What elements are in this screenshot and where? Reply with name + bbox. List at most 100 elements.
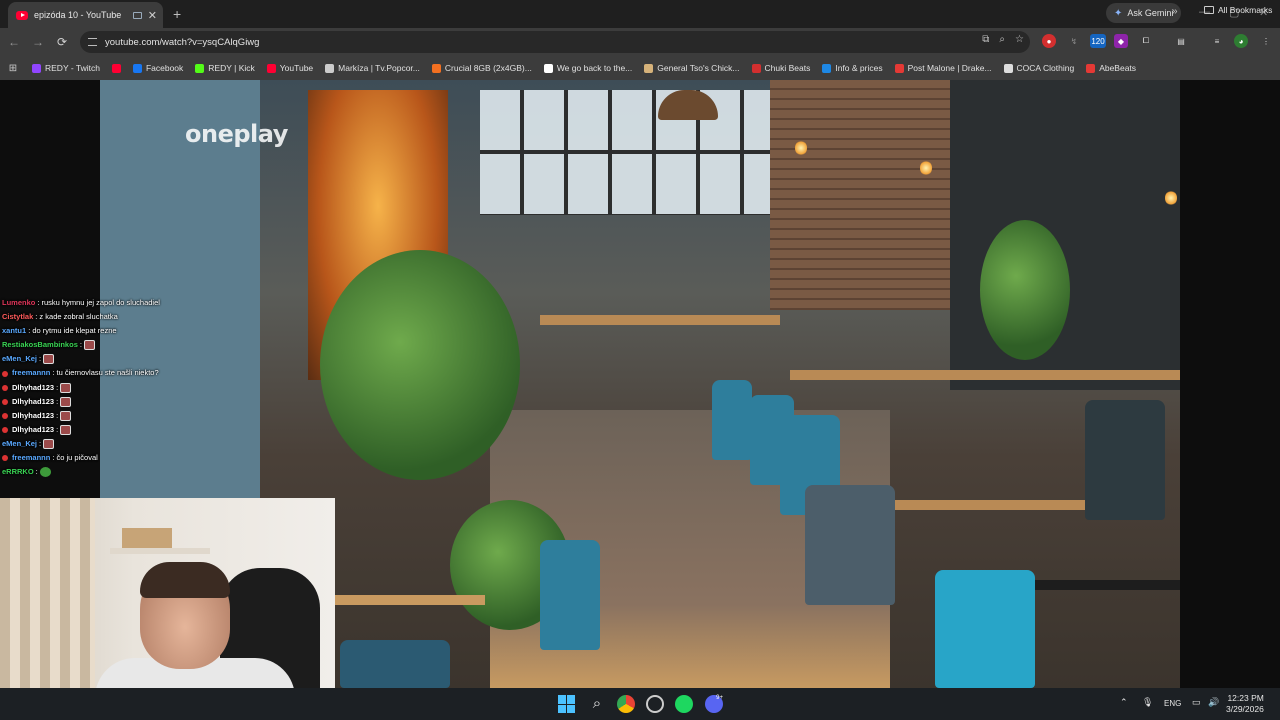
bookmark-favicon-icon (822, 63, 832, 73)
profile-avatar-icon[interactable]: ◕ (1234, 34, 1248, 48)
all-bookmarks-button[interactable]: All Bookmarks (1204, 5, 1272, 15)
bookmark-favicon-icon (111, 63, 121, 73)
more-bookmarks-icon[interactable]: » (1172, 6, 1178, 17)
chat-username: Cistytlak (2, 312, 34, 322)
extension-red-icon[interactable]: ● (1042, 34, 1056, 48)
reading-mode-icon[interactable]: ▤ (1174, 34, 1188, 48)
bookmark-star-icon[interactable]: ☆ (1015, 34, 1024, 45)
chat-username: eMen_Kej (2, 354, 38, 364)
tab-youtube[interactable]: epizóda 10 - YouTube ✕ (8, 2, 163, 28)
microphone-icon[interactable]: 🎙 (1142, 697, 1153, 708)
bookmark-favicon-icon (32, 63, 41, 73)
bookmarks-bar: ⊞ REDY - Twitch Facebook REDY | Kick YouTub… (0, 56, 1280, 80)
system-clock[interactable]: 12:23 PM 3/29/2026 (1226, 693, 1264, 715)
address-url[interactable]: youtube.com/watch?v=ysqCAlqGiwg (105, 37, 259, 48)
extension-arrow-icon[interactable]: ↯ (1067, 34, 1081, 48)
brick-wall (770, 80, 950, 310)
bookmark-item[interactable]: REDY | Kick (189, 63, 260, 73)
chat-emote-icon (43, 438, 55, 449)
tab-title: epizóda 10 - YouTube (34, 10, 122, 20)
table-long (790, 370, 1180, 380)
chat-text: : rusku hymnu jej zapol do sluchadiel (37, 298, 160, 307)
chat-message: eRRRKO: (2, 465, 202, 479)
chat-message: eMen_Kej: (2, 437, 202, 451)
bookmark-item[interactable]: Crucial 8GB (2x4GB)... (426, 63, 538, 73)
extension-badge-icon[interactable]: 120 (1090, 34, 1106, 48)
install-app-icon[interactable]: ⧉ (982, 34, 989, 45)
chat-username: RestiakosBambinkos (2, 340, 78, 350)
spotify-icon[interactable] (675, 695, 693, 713)
media-controls-icon[interactable]: ≡ (1210, 34, 1224, 48)
back-button[interactable]: ← (2, 35, 26, 49)
chrome-icon[interactable] (617, 695, 635, 713)
discord-icon[interactable]: 9+ (705, 695, 723, 713)
language-indicator[interactable]: ENG (1164, 699, 1181, 708)
address-bar[interactable]: youtube.com/watch?v=ysqCAlqGiwg ⧉ ⌕ ☆ (80, 31, 1030, 53)
extensions-puzzle-icon[interactable]: ⧠ (1139, 34, 1153, 48)
ask-gemini-button[interactable]: ✦ Ask Gemini (1106, 3, 1182, 23)
chat-message: Dlhyhad123: (2, 395, 202, 409)
bookmark-favicon-icon (195, 63, 205, 73)
network-icon[interactable]: ▭ (1192, 697, 1201, 708)
new-tab-button[interactable]: + (173, 6, 181, 22)
search-icon[interactable]: ⌕ (588, 695, 606, 713)
bookmark-favicon-icon (644, 63, 654, 73)
bookmark-item[interactable]: Chuki Beats (746, 63, 817, 73)
zoom-icon[interactable]: ⌕ (999, 34, 1005, 45)
webcam-overlay (0, 498, 335, 688)
bookmark-item[interactable]: Post Malone | Drake... (889, 63, 998, 73)
bookmark-item[interactable] (106, 63, 127, 73)
bookmark-label: Markíza | Tv.Popcor... (338, 63, 420, 73)
plant-right (980, 220, 1070, 360)
chat-username: eMen_Kej (2, 438, 38, 448)
shelf (110, 548, 210, 554)
bookmark-item[interactable]: Info & prices (816, 63, 888, 73)
bookmark-item[interactable]: REDY - Twitch (26, 63, 106, 73)
bookmark-item[interactable]: We go back to the... (538, 63, 638, 73)
chat-emote-icon (60, 382, 72, 393)
forward-button[interactable]: → (26, 35, 50, 49)
video-player[interactable]: oneplay Lumenko: rusku hymnu jej zapol d… (0, 80, 1280, 688)
bookmark-item[interactable]: Markíza | Tv.Popcor... (319, 63, 426, 73)
bookmark-item[interactable]: COCA Clothing (998, 63, 1081, 73)
chat-text: : tu čiernovlasu ste našli niekto? (52, 368, 159, 378)
bookmark-item[interactable]: AbeBeats (1080, 63, 1142, 73)
bookmark-label: General Tso's Chick... (657, 63, 740, 73)
volume-icon[interactable]: 🔊 (1208, 697, 1219, 708)
chair (540, 540, 600, 650)
reload-button[interactable]: ⟳ (50, 35, 74, 49)
bookmark-label: We go back to the... (556, 63, 633, 73)
apps-grid-icon[interactable]: ⊞ (0, 63, 26, 74)
bookmark-favicon-icon (325, 63, 335, 73)
chair (935, 570, 1035, 688)
obs-icon[interactable] (646, 695, 664, 713)
extension-purple-icon[interactable]: ◆ (1114, 34, 1128, 48)
tab-media-icon[interactable] (132, 11, 142, 19)
site-info-icon[interactable] (88, 38, 97, 46)
chat-username: Dlhyhad123 (12, 396, 55, 406)
chat-badge-icon (2, 412, 8, 419)
chat-message: freemannn: tu čiernovlasu ste našli niek… (2, 366, 202, 380)
tray-overflow-icon[interactable]: ⌃ (1120, 697, 1128, 708)
stream-chat-overlay: Lumenko: rusku hymnu jej zapol do slucha… (2, 296, 202, 479)
chat-username: Dlhyhad123 (12, 382, 55, 392)
bookmark-item[interactable]: YouTube (261, 63, 319, 73)
tab-close-icon[interactable]: ✕ (148, 9, 157, 22)
chat-username: freemannn (12, 453, 51, 463)
bookmark-item[interactable]: General Tso's Chick... (638, 63, 745, 73)
chair (712, 380, 752, 460)
chat-text: : (56, 424, 59, 434)
chat-emote-icon (60, 396, 72, 407)
windows-start-icon[interactable] (558, 695, 576, 713)
bookmark-label: REDY - Twitch (45, 63, 100, 73)
chat-message: Dlhyhad123: (2, 381, 202, 395)
bookmark-item[interactable]: Facebook (127, 63, 189, 73)
chat-text: : (56, 382, 59, 392)
menu-kebab-icon[interactable]: ⋮ (1259, 34, 1273, 48)
oneplay-watermark: oneplay (185, 120, 288, 148)
bookmark-label: Facebook (145, 63, 184, 73)
table-left (335, 595, 485, 605)
chat-message: Dlhyhad123: (2, 423, 202, 437)
bookmark-label: COCA Clothing (1016, 63, 1075, 73)
chat-text: : (56, 396, 59, 406)
